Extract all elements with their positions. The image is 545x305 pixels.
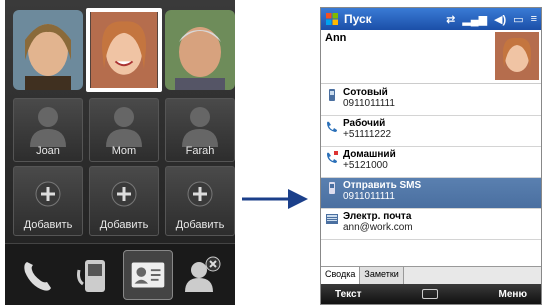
contact-name: Mom <box>111 145 137 157</box>
tab-notes[interactable]: Заметки <box>360 267 404 284</box>
contact-photo <box>495 32 539 80</box>
notifications-icon[interactable]: ≡ <box>531 13 537 25</box>
status-icons: ⇄ ▂▄▆ ◀) ▭ ≡ <box>446 13 537 26</box>
detail-label: Отправить SMS <box>343 180 422 191</box>
mobile-phone-icon <box>329 89 335 101</box>
detail-row-mobile[interactable]: Сотовый 0911011111 <box>321 85 541 116</box>
contact-silhouette-icon <box>106 107 142 147</box>
detail-row-sms[interactable]: Отправить SMS 0911011111 <box>321 178 541 209</box>
signal-icon[interactable]: ▂▄▆ <box>462 13 487 26</box>
contact-name: Farah <box>185 145 215 157</box>
contact-card-icon <box>131 262 165 288</box>
detail-label: Сотовый <box>343 87 388 98</box>
photo-row <box>9 8 235 94</box>
tab-summary[interactable]: Сводка <box>321 267 361 284</box>
email-icon <box>326 214 338 224</box>
detail-label: Домашний <box>343 149 396 160</box>
contact-silhouette-icon <box>182 107 218 147</box>
contact-header: Ann <box>321 30 541 84</box>
work-phone-icon <box>327 121 337 132</box>
detail-row-work[interactable]: Рабочий +51111222 <box>321 116 541 147</box>
contact-tile-farah[interactable]: Farah <box>165 98 235 162</box>
tab-strip: Сводка Заметки <box>321 266 541 284</box>
call-button[interactable] <box>13 250 63 300</box>
detail-label: Электр. почта <box>343 211 412 222</box>
add-contact-tile[interactable]: Добавить <box>13 166 83 236</box>
detail-value: 0911011111 <box>343 191 395 202</box>
detail-value: +51111222 <box>343 129 392 140</box>
add-label: Добавить <box>99 219 149 231</box>
left-softkey[interactable]: Текст <box>335 289 362 300</box>
softkey-bar: Текст Меню <box>321 284 541 304</box>
add-icon <box>187 181 213 207</box>
data-connection-icon[interactable]: ⇄ <box>446 13 455 26</box>
remove-contact-icon <box>185 256 221 292</box>
contact-details-list: Сотовый 0911011111 Рабочий +51111222 Дом… <box>321 85 541 240</box>
add-icon <box>111 181 137 207</box>
battery-icon[interactable]: ▭ <box>513 13 523 26</box>
contact-name: Ann <box>325 32 347 44</box>
add-label: Добавить <box>175 219 225 231</box>
sms-icon <box>329 182 335 194</box>
volume-icon[interactable]: ◀) <box>494 13 506 26</box>
title-bar: Пуск ⇄ ▂▄▆ ◀) ▭ ≡ <box>321 8 541 30</box>
contact-tile-joan[interactable]: Joan <box>13 98 83 162</box>
phone-handset-icon <box>24 262 51 291</box>
contact-tile-mom[interactable]: Mom <box>89 98 159 162</box>
contact-photo-farah[interactable] <box>165 10 235 90</box>
action-dock <box>5 243 235 305</box>
contact-card-screen: Пуск ⇄ ▂▄▆ ◀) ▭ ≡ Ann Сотовый 0911011111 <box>320 7 542 305</box>
contact-silhouette-icon <box>30 107 66 147</box>
mobile-message-icon <box>77 260 105 292</box>
app-title: Пуск <box>344 12 372 26</box>
add-contact-tile[interactable]: Добавить <box>165 166 235 236</box>
keyboard-icon[interactable] <box>422 289 439 299</box>
contact-name: Joan <box>36 145 60 157</box>
sms-button[interactable] <box>69 250 119 300</box>
right-softkey[interactable]: Меню <box>499 289 527 300</box>
screenshot-stage: Joan Mom Farah Добавить Добавить Добавит… <box>0 0 545 305</box>
detail-row-email[interactable]: Электр. почта ann@work.com <box>321 209 541 240</box>
home-phone-icon <box>327 151 338 163</box>
detail-row-home[interactable]: Домашний +5121000 <box>321 147 541 178</box>
remove-contact-button[interactable] <box>177 250 227 300</box>
add-contact-tile[interactable]: Добавить <box>89 166 159 236</box>
contact-photo-mom[interactable] <box>86 8 162 92</box>
detail-value: 0911011111 <box>343 98 395 109</box>
detail-value: ann@work.com <box>343 222 413 233</box>
windows-start-icon[interactable] <box>325 12 339 26</box>
transition-arrow-icon <box>242 189 308 209</box>
favorites-screen: Joan Mom Farah Добавить Добавить Добавит… <box>5 0 235 305</box>
contact-card-button[interactable] <box>123 250 173 300</box>
add-label: Добавить <box>23 219 73 231</box>
add-icon <box>35 181 61 207</box>
detail-label: Рабочий <box>343 118 386 129</box>
detail-value: +5121000 <box>343 160 388 171</box>
contact-photo-joan[interactable] <box>13 10 83 90</box>
